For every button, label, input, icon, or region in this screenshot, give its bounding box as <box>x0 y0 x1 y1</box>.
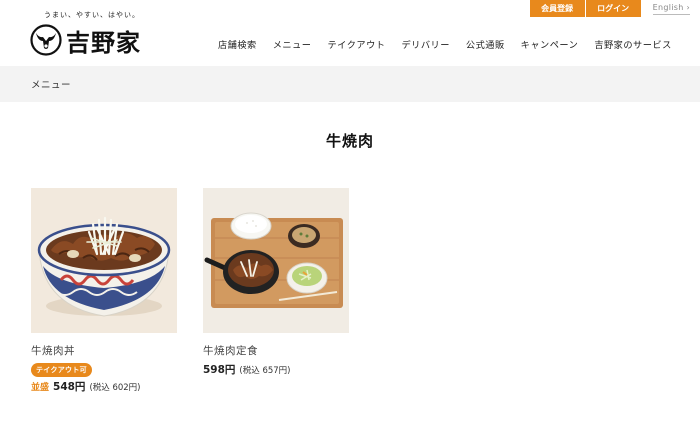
menu-item-name: 牛焼肉丼 <box>31 345 75 357</box>
nav-store-search[interactable]: 店舗検索 <box>218 37 257 51</box>
beef-bowl-illustration <box>31 188 177 333</box>
nav-delivery[interactable]: デリバリー <box>401 37 449 51</box>
menu-item-image[interactable] <box>203 188 349 333</box>
site-logo[interactable]: うまい、やすい、はやい。 吉野家 <box>30 10 150 58</box>
site-header: うまい、やすい、はやい。 吉野家 会員登録 ログイン English › 店舗検… <box>0 0 700 66</box>
language-link-label: English <box>652 3 684 12</box>
menu-item-card[interactable]: 牛焼肉定食 598円 (税込 657円) <box>203 188 349 377</box>
nav-campaign[interactable]: キャンペーン <box>521 37 579 51</box>
menu-item-image[interactable] <box>31 188 177 333</box>
nav-menu[interactable]: メニュー <box>273 37 312 51</box>
chevron-right-icon: › <box>683 3 690 12</box>
logo-tagline: うまい、やすい、はやい。 <box>44 11 140 19</box>
register-button[interactable]: 会員登録 <box>529 0 585 17</box>
page-title: 牛焼肉 <box>325 132 374 150</box>
nav-takeout[interactable]: テイクアウト <box>328 37 386 51</box>
menu-item-card[interactable]: 牛焼肉丼 テイクアウト可 並盛 548円 (税込 602円) <box>31 188 177 394</box>
tax-included-price: (税込 602円) <box>89 383 141 393</box>
top-links: 会員登録 ログイン English › <box>529 0 690 17</box>
tax-included-price: (税込 657円) <box>239 366 291 376</box>
size-label: 並盛 <box>31 383 50 393</box>
menu-item-name: 牛焼肉定食 <box>203 345 258 357</box>
brand-name: 吉野家 <box>66 28 141 57</box>
price: 598円 <box>203 364 236 376</box>
breadcrumb-menu[interactable]: メニュー <box>31 77 71 91</box>
breadcrumb-bar: メニュー <box>0 66 700 102</box>
price-line: 598円 (税込 657円) <box>203 362 349 377</box>
login-button[interactable]: ログイン <box>585 0 641 17</box>
price-line: 並盛 548円 (税込 602円) <box>31 379 177 394</box>
takeout-badge: テイクアウト可 <box>31 363 92 377</box>
nav-official-shop[interactable]: 公式通販 <box>466 37 505 51</box>
price: 548円 <box>53 381 86 393</box>
set-meal-illustration <box>203 188 349 333</box>
bull-emblem-icon <box>30 24 62 56</box>
nav-services[interactable]: 吉野家のサービス <box>594 37 672 51</box>
language-link[interactable]: English › <box>652 1 690 15</box>
main-nav: 店舗検索 メニュー テイクアウト デリバリー 公式通販 キャンペーン 吉野家のサ… <box>218 37 672 51</box>
